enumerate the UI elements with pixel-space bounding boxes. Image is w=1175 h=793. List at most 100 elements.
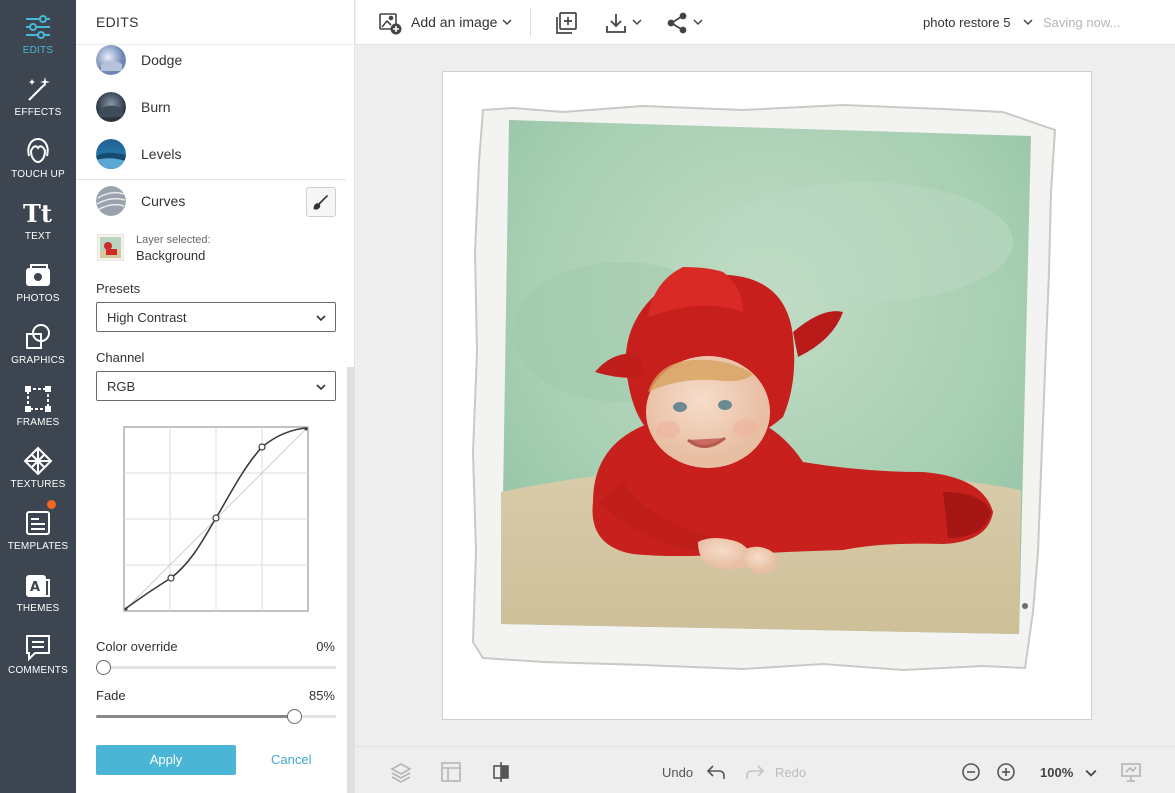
nav-item-edits[interactable]: EDITS bbox=[0, 0, 76, 62]
nav-item-touch-up[interactable]: TOUCH UP bbox=[0, 124, 76, 186]
add-image-button[interactable]: Add an image bbox=[378, 0, 513, 45]
frame-icon bbox=[25, 386, 51, 412]
compare-icon[interactable] bbox=[490, 761, 512, 783]
layer-caption: Layer selected: bbox=[136, 234, 211, 246]
zoom-in-icon[interactable] bbox=[995, 761, 1017, 783]
nav-item-frames[interactable]: FRAMES bbox=[0, 372, 76, 434]
redo-label[interactable]: Redo bbox=[775, 765, 806, 780]
notification-dot bbox=[47, 500, 56, 509]
download-button[interactable] bbox=[604, 0, 644, 45]
tool-burn[interactable]: Burn bbox=[76, 85, 346, 132]
color-override-slider[interactable] bbox=[96, 660, 336, 675]
tool-dodge[interactable]: Dodge bbox=[76, 38, 346, 85]
text-icon: Tt bbox=[23, 199, 52, 228]
apply-button[interactable]: Apply bbox=[96, 745, 236, 775]
undo-label[interactable]: Undo bbox=[662, 765, 693, 780]
document-title: photo restore 5 bbox=[923, 15, 1011, 30]
duplicate-button[interactable] bbox=[554, 0, 578, 45]
zoom-level[interactable]: 100% bbox=[1040, 765, 1073, 780]
slider-handle[interactable] bbox=[287, 709, 303, 724]
svg-text:Tt: Tt bbox=[23, 199, 52, 228]
dodge-thumbnail bbox=[96, 45, 126, 75]
chevron-down-icon[interactable] bbox=[1085, 767, 1097, 779]
tool-label: Burn bbox=[141, 99, 171, 115]
nav-label: PHOTOS bbox=[16, 293, 60, 304]
channel-value: RGB bbox=[107, 379, 136, 394]
levels-thumbnail bbox=[96, 139, 126, 169]
camera-icon bbox=[26, 264, 50, 286]
redo-icon[interactable] bbox=[744, 761, 766, 783]
channel-label: Channel bbox=[96, 350, 145, 365]
duplicate-icon bbox=[556, 12, 577, 34]
channel-select[interactable]: RGB bbox=[96, 371, 336, 401]
nav-item-photos[interactable]: PHOTOS bbox=[0, 248, 76, 310]
cancel-button[interactable]: Cancel bbox=[271, 752, 311, 767]
presentation-icon[interactable] bbox=[1120, 761, 1142, 783]
chevron-down-icon bbox=[632, 19, 642, 26]
add-image-label: Add an image bbox=[411, 14, 498, 30]
layer-thumbnail bbox=[97, 234, 124, 261]
canvas-area[interactable] bbox=[356, 46, 1175, 746]
curve-endpoint[interactable] bbox=[304, 427, 308, 431]
sliders-icon bbox=[26, 15, 50, 39]
curves-thumbnail bbox=[96, 186, 126, 216]
curve-point[interactable] bbox=[212, 514, 220, 522]
curves-graph[interactable] bbox=[123, 426, 309, 612]
grid-icon[interactable] bbox=[440, 761, 462, 783]
document-title-menu[interactable]: photo restore 5 bbox=[923, 0, 1035, 45]
color-override-label: Color override bbox=[96, 639, 178, 654]
presets-select[interactable]: High Contrast bbox=[96, 302, 336, 332]
bottom-toolbar: Undo Redo 100% bbox=[356, 746, 1175, 793]
nav-label: COMMENTS bbox=[8, 665, 68, 676]
share-icon bbox=[667, 12, 687, 34]
chevron-down-icon bbox=[316, 384, 326, 391]
nav-label: EFFECTS bbox=[14, 107, 62, 118]
texture-icon bbox=[23, 446, 53, 476]
brush-button[interactable] bbox=[306, 187, 336, 217]
tool-levels[interactable]: Levels bbox=[76, 132, 346, 179]
themes-icon: A bbox=[26, 575, 50, 597]
slider-handle[interactable] bbox=[96, 660, 111, 675]
nav-item-text[interactable]: Tt TEXT bbox=[0, 186, 76, 248]
nav-item-textures[interactable]: TEXTURES bbox=[0, 434, 76, 496]
restored-photo[interactable] bbox=[443, 72, 1093, 721]
slider-fill bbox=[96, 715, 295, 718]
top-toolbar: Add an image photo restore 5 Saving now.… bbox=[356, 0, 1175, 45]
presets-value: High Contrast bbox=[107, 310, 187, 325]
nav-item-graphics[interactable]: GRAPHICS bbox=[0, 310, 76, 372]
curve-point[interactable] bbox=[258, 443, 266, 451]
brush-icon bbox=[313, 194, 329, 210]
color-override-value: 0% bbox=[316, 639, 335, 654]
shapes-icon bbox=[26, 324, 50, 349]
chevron-down-icon bbox=[693, 19, 703, 26]
magic-wand-icon bbox=[28, 77, 50, 101]
chevron-down-icon bbox=[502, 19, 512, 26]
layer-name: Background bbox=[136, 248, 206, 263]
download-icon bbox=[606, 14, 626, 33]
curve-endpoint[interactable] bbox=[124, 607, 128, 611]
nav-item-effects[interactable]: EFFECTS bbox=[0, 62, 76, 124]
nav-label: EDITS bbox=[22, 45, 54, 56]
fade-slider[interactable] bbox=[96, 709, 336, 724]
svg-text:A: A bbox=[30, 580, 40, 595]
face-icon bbox=[27, 137, 49, 164]
toolbar-divider bbox=[530, 9, 531, 37]
nav-label: TOUCH UP bbox=[11, 169, 65, 180]
fade-value: 85% bbox=[308, 688, 335, 703]
nav-item-themes[interactable]: A THEMES bbox=[0, 558, 76, 620]
zoom-out-icon[interactable] bbox=[960, 761, 982, 783]
undo-icon[interactable] bbox=[705, 761, 727, 783]
nav-label: THEMES bbox=[16, 603, 60, 614]
layers-icon[interactable] bbox=[390, 761, 412, 783]
save-status: Saving now... bbox=[1043, 15, 1121, 30]
design-page[interactable] bbox=[442, 71, 1092, 720]
nav-label: TEXT bbox=[24, 231, 52, 242]
nav-label: TEMPLATES bbox=[7, 541, 69, 552]
share-button[interactable] bbox=[665, 0, 705, 45]
tool-label: Levels bbox=[141, 146, 182, 162]
panel-scrollbar[interactable] bbox=[347, 367, 355, 793]
tool-label: Dodge bbox=[141, 52, 183, 68]
curve-point[interactable] bbox=[167, 574, 175, 582]
nav-item-comments[interactable]: COMMENTS bbox=[0, 620, 76, 682]
nav-item-templates[interactable]: TEMPLATES bbox=[0, 496, 76, 558]
